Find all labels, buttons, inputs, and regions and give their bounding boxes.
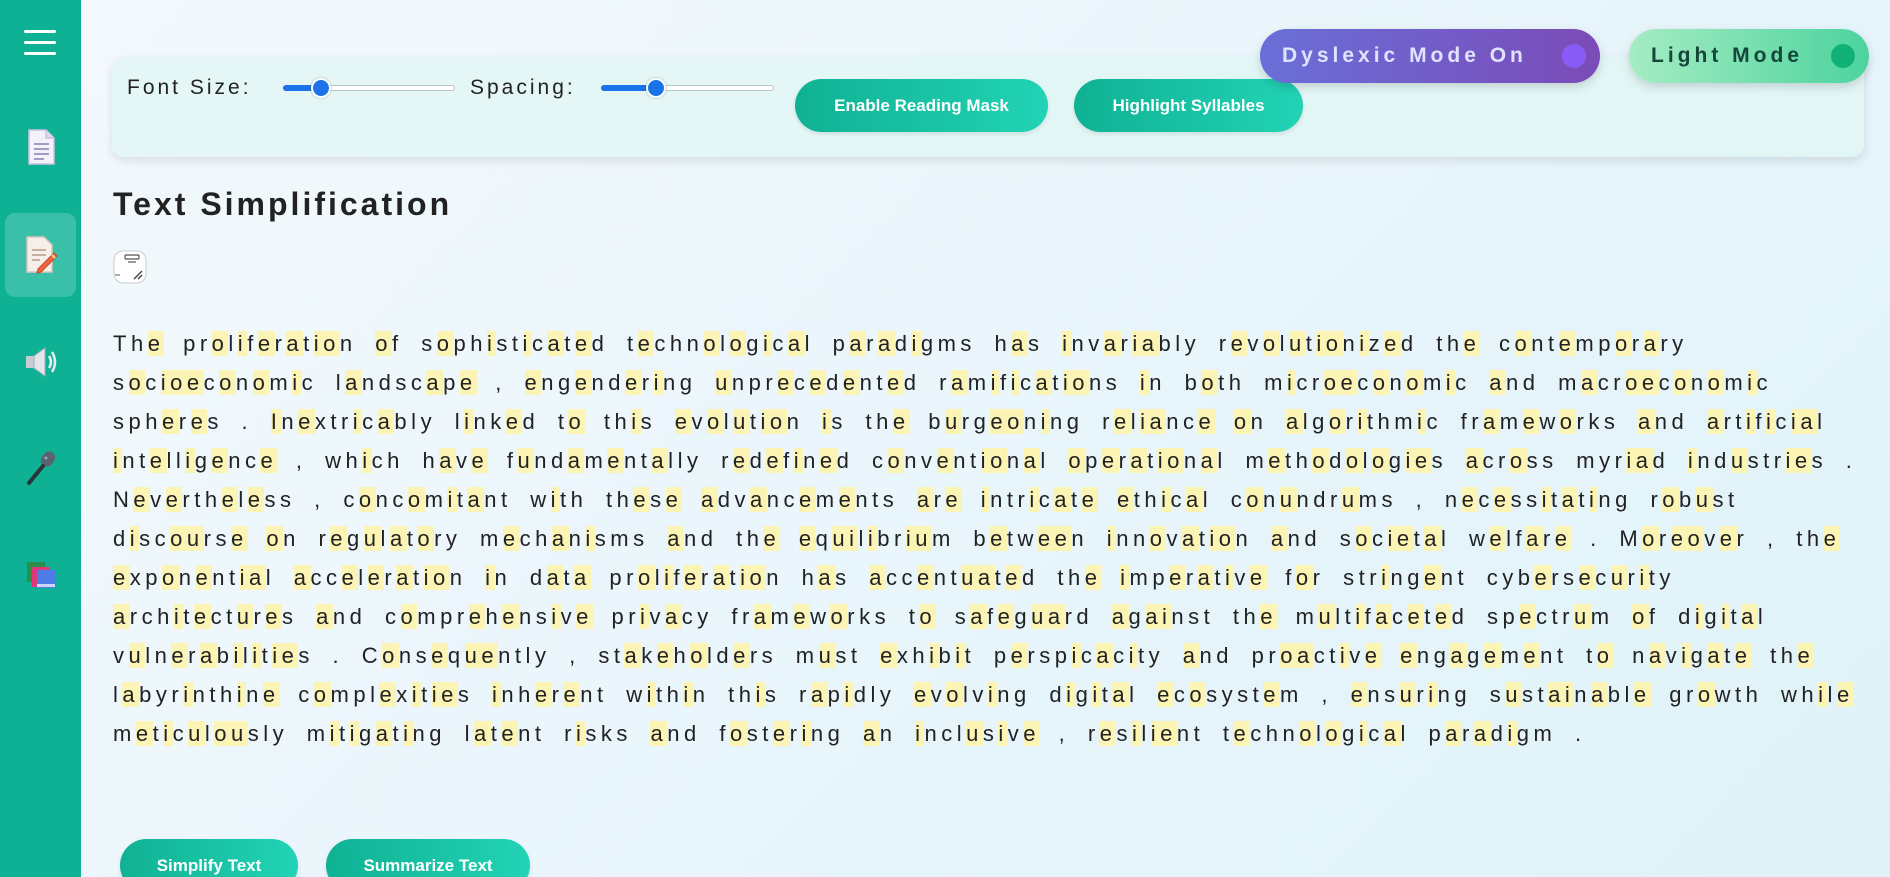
accessibility-toolbar: Font Size: Spacing: Enable Reading Mask …	[112, 57, 1864, 157]
spacing-slider[interactable]	[601, 78, 774, 98]
sidebar-item-library[interactable]	[5, 532, 76, 616]
simplify-text-button[interactable]: Simplify Text	[120, 839, 298, 877]
toggle-indicator-icon	[1562, 44, 1586, 68]
simplified-text-body: The proliferation of sophisticated techn…	[113, 331, 1857, 746]
highlight-syllables-button[interactable]: Highlight Syllables	[1074, 79, 1303, 132]
dyslexic-mode-label: Dyslexic Mode On	[1282, 44, 1527, 67]
copy-icon[interactable]	[112, 249, 148, 285]
font-size-slider-thumb[interactable]	[311, 78, 331, 98]
page-title: Text Simplification	[113, 186, 453, 222]
hamburger-menu-icon[interactable]	[24, 30, 56, 58]
spacing-slider-thumb[interactable]	[646, 78, 666, 98]
sidebar	[0, 0, 81, 877]
font-size-label: Font Size:	[127, 76, 252, 99]
light-mode-label: Light Mode	[1651, 44, 1803, 67]
document-icon	[27, 129, 55, 165]
sidebar-item-documents[interactable]	[5, 105, 76, 189]
speaker-icon	[25, 347, 56, 377]
books-icon	[26, 562, 55, 588]
edit-document-icon	[25, 236, 58, 274]
sidebar-item-text-simplification[interactable]	[5, 213, 76, 297]
sidebar-item-text-to-speech[interactable]	[5, 320, 76, 404]
toggle-indicator-icon	[1831, 44, 1855, 68]
dyslexic-mode-toggle[interactable]: Dyslexic Mode On	[1260, 29, 1600, 83]
enable-reading-mask-button[interactable]: Enable Reading Mask	[795, 79, 1048, 132]
summarize-text-button[interactable]: Summarize Text	[326, 839, 530, 877]
sidebar-item-speech-to-text[interactable]	[5, 426, 76, 510]
microphone-icon	[26, 451, 55, 485]
light-mode-toggle[interactable]: Light Mode	[1629, 29, 1869, 83]
font-size-slider[interactable]	[283, 78, 455, 98]
spacing-label: Spacing:	[470, 76, 576, 99]
